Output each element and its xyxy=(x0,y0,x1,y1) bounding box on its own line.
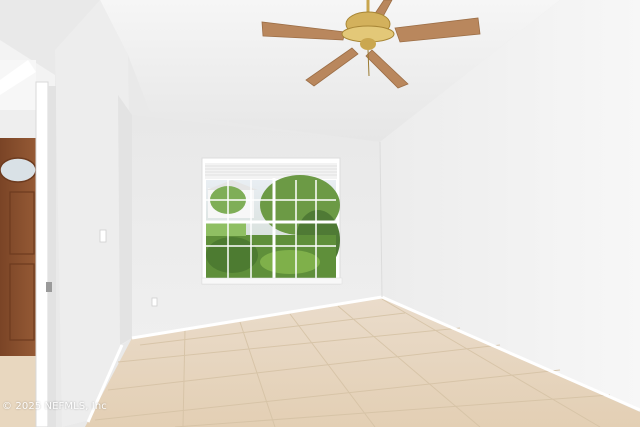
light-switch xyxy=(99,229,107,243)
left-wall-recess xyxy=(118,95,132,345)
photo-watermark: © 2025 NEFMLS, Inc xyxy=(2,401,107,412)
wall-outlet xyxy=(151,297,158,307)
window xyxy=(201,157,343,285)
room-photo xyxy=(0,0,640,427)
fan-light-cap xyxy=(360,38,376,50)
door-glass xyxy=(0,157,37,183)
doorway xyxy=(0,40,56,427)
watermark-text: 2025 NEFMLS, Inc xyxy=(15,401,107,412)
